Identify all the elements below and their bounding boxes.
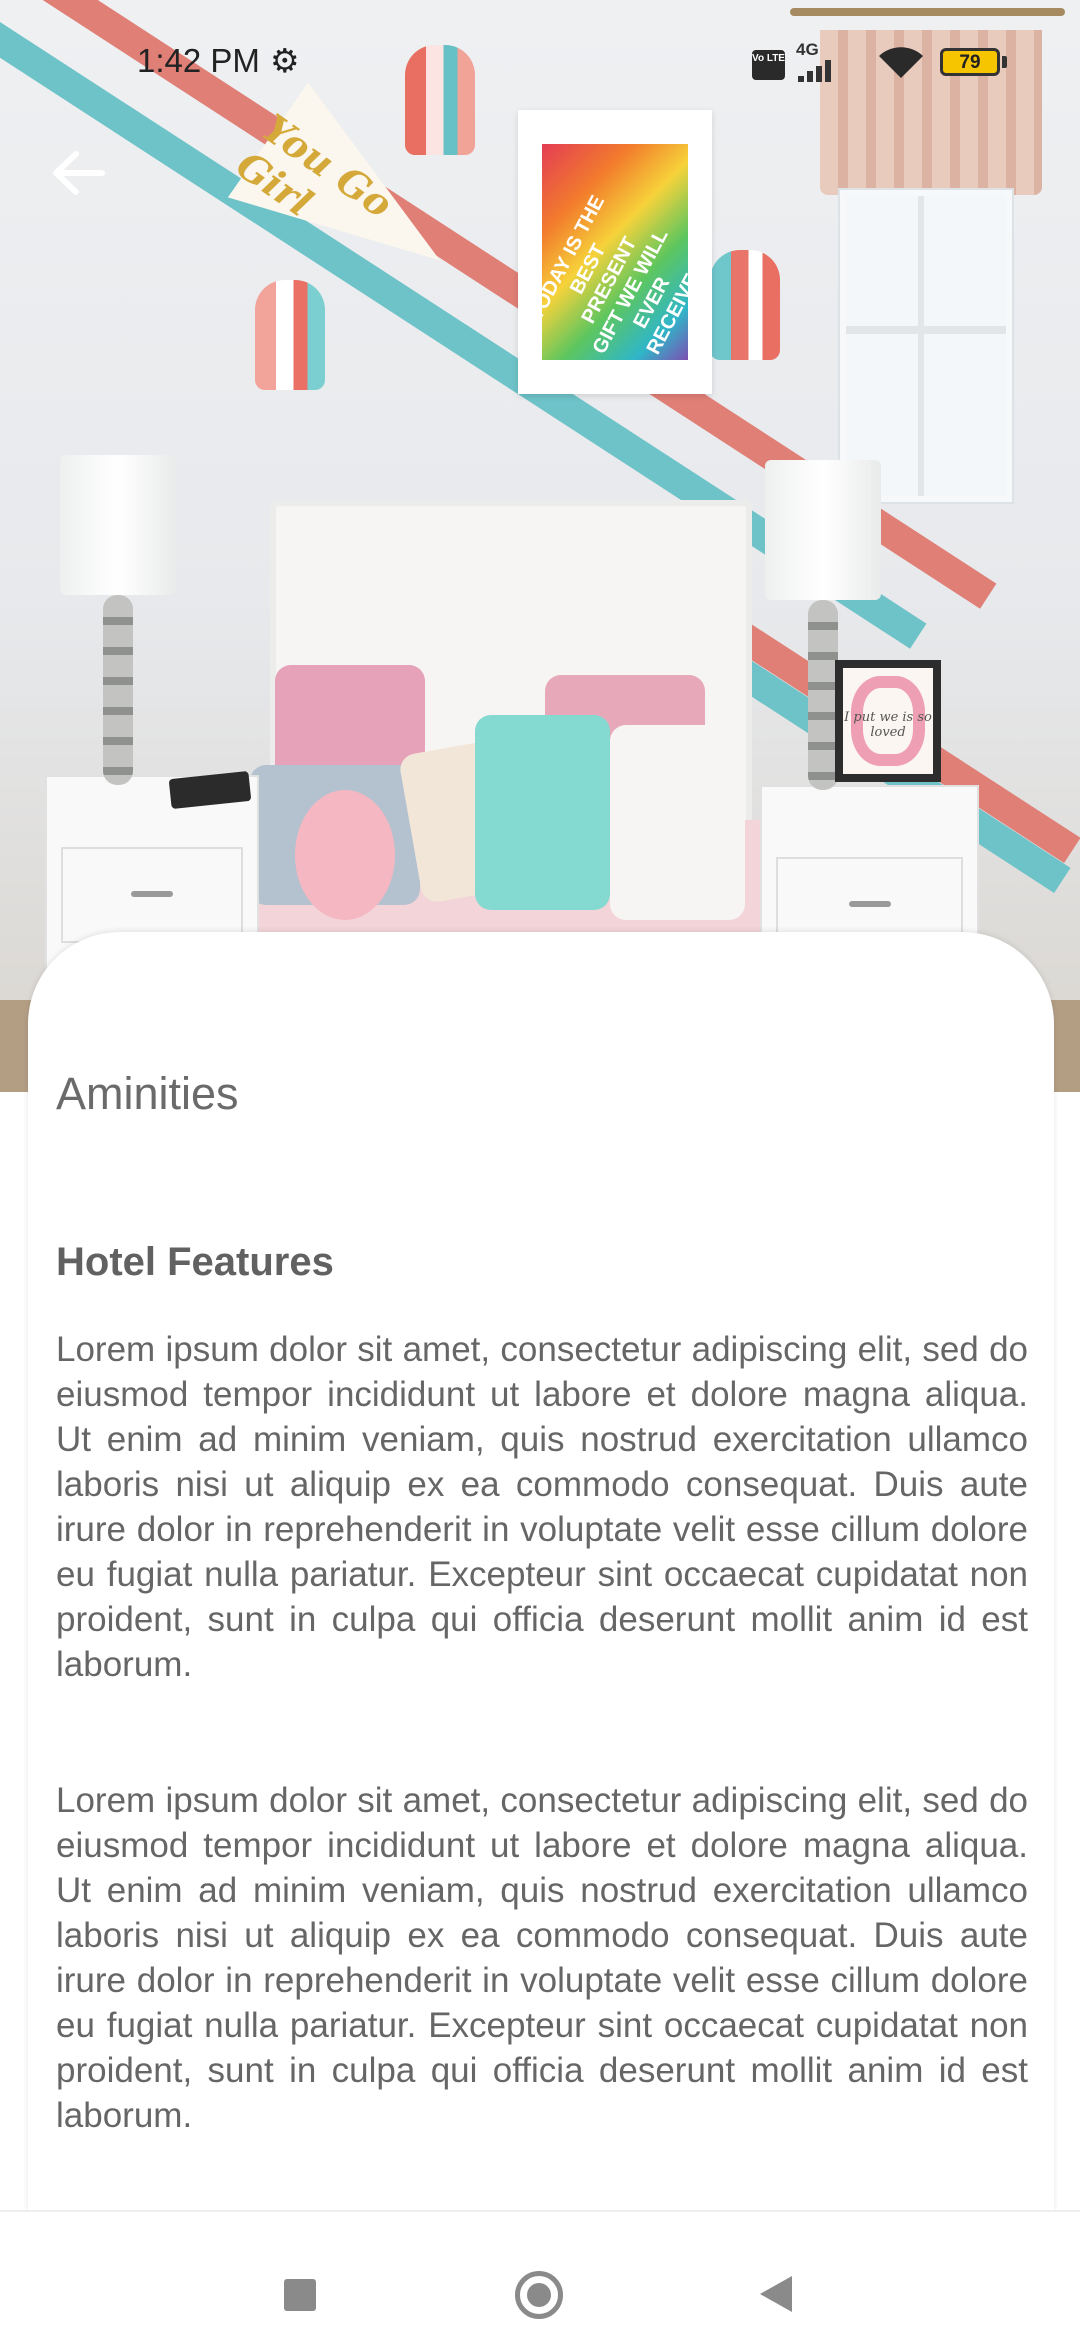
rose-pillow xyxy=(295,790,395,920)
frame-artwork: I put we is so loved xyxy=(843,668,933,774)
window xyxy=(840,190,1012,502)
recent-apps-icon[interactable] xyxy=(284,2279,316,2311)
description-paragraph: Lorem ipsum dolor sit amet, consectetur … xyxy=(56,1781,1028,2135)
lamp-base-right xyxy=(808,600,838,790)
lamp-shade-right xyxy=(765,460,881,600)
status-bar: 1:42 PM ⚙ Vo LTE 4G 79 xyxy=(0,0,1080,110)
frame-text: I put we is so loved xyxy=(844,710,932,740)
section-title: Aminities xyxy=(56,1068,239,1119)
tassel-decoration xyxy=(255,280,325,390)
pillow xyxy=(610,725,745,920)
drawer-handle xyxy=(131,891,173,897)
gear-icon: ⚙ xyxy=(270,42,300,79)
signal-icon xyxy=(798,60,834,82)
battery-level: 79 xyxy=(959,52,981,73)
wall-poster: TODAY IS THE BEST PRESENT GIFT WE WILL E… xyxy=(518,110,712,394)
battery-icon: 79 xyxy=(940,48,1000,76)
system-nav-bar xyxy=(0,2210,1080,2342)
poster-text: TODAY IS THE BEST PRESENT GIFT WE WILL E… xyxy=(525,191,704,359)
hero-image: You Go Girl TODAY IS THE BEST PRESENT GI… xyxy=(0,0,1080,1092)
wifi-icon xyxy=(879,47,923,78)
tassel-decoration xyxy=(710,250,780,360)
pillow xyxy=(475,715,610,910)
status-time: 1:42 PM xyxy=(137,42,260,79)
hotel-features-title: Hotel Features xyxy=(56,1240,334,1284)
home-icon[interactable] xyxy=(515,2271,563,2319)
lamp-base-left xyxy=(103,595,133,785)
volte-icon: Vo LTE xyxy=(752,50,785,80)
drawer-handle xyxy=(848,901,891,907)
back-icon[interactable] xyxy=(760,2276,792,2312)
description-paragraph: Lorem ipsum dolor sit amet, consectetur … xyxy=(56,1330,1028,1684)
lamp-shade-left xyxy=(60,455,176,595)
drawer xyxy=(61,847,243,943)
poster-artwork: TODAY IS THE BEST PRESENT GIFT WE WILL E… xyxy=(525,144,703,360)
network-type-label: 4G xyxy=(796,40,819,59)
battery-cap xyxy=(1002,56,1007,68)
arrow-left-icon[interactable] xyxy=(48,148,108,198)
picture-frame: I put we is so loved xyxy=(835,660,941,782)
